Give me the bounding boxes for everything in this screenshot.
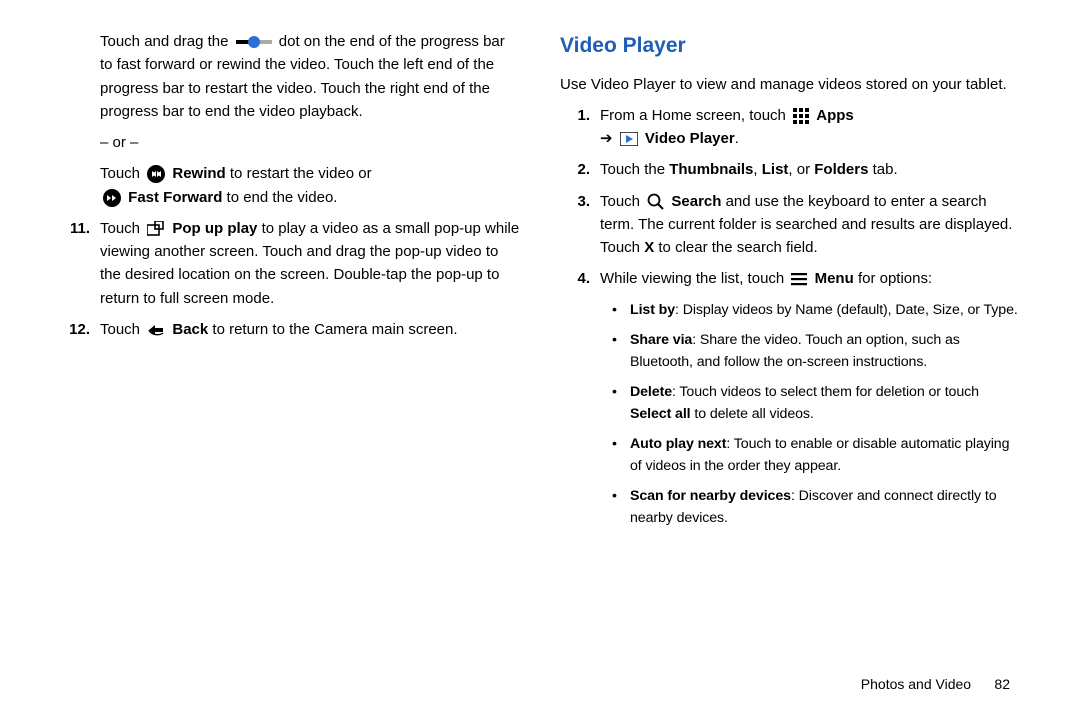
rewind-ff-paragraph: Touch Rewind to restart the video or Fas…: [60, 162, 520, 209]
text: tab.: [868, 161, 897, 178]
bullet-body: List by: Display videos by Name (default…: [630, 299, 1018, 321]
text: Touch: [100, 220, 144, 237]
footer-section: Photos and Video: [861, 676, 971, 692]
video-player-icon: [620, 132, 638, 146]
menu-icon: [791, 272, 807, 286]
step-12: 12. Touch Back to return to the Camera m…: [60, 318, 520, 341]
text: .: [735, 130, 739, 147]
text: Touch: [100, 321, 144, 338]
folders-bold: Folders: [814, 161, 868, 178]
popup-bold: Pop up play: [172, 220, 257, 237]
arrow: ➔: [600, 130, 613, 147]
bullet-autoplay: • Auto play next: Touch to enable or dis…: [560, 433, 1020, 477]
step-body: From a Home screen, touch Apps ➔ Video P…: [600, 104, 1020, 151]
autoplay-bold: Auto play next: [630, 436, 726, 452]
scan-bold: Scan for nearby devices: [630, 488, 791, 504]
step-1: 1. From a Home screen, touch Apps ➔ Vide…: [560, 104, 1020, 151]
bullet-body: Auto play next: Touch to enable or disab…: [630, 433, 1020, 477]
footer-page-number: 82: [994, 676, 1010, 692]
intro-paragraph: Use Video Player to view and manage vide…: [560, 73, 1020, 96]
step-number: 1.: [560, 104, 600, 151]
bullet-body: Delete: Touch videos to select them for …: [630, 381, 1020, 425]
back-bold: Back: [172, 321, 208, 338]
text: to restart the video or: [230, 165, 372, 182]
search-bold: Search: [671, 193, 721, 210]
text: to delete all videos.: [691, 406, 814, 422]
step-number: 12.: [60, 318, 100, 341]
step-body: Touch Pop up play to play a video as a s…: [100, 217, 520, 310]
text: to end the video.: [227, 189, 338, 206]
apps-icon: [793, 108, 809, 124]
or-separator: – or –: [60, 131, 520, 154]
bullet-scan: • Scan for nearby devices: Discover and …: [560, 485, 1020, 529]
bullet-listby: • List by: Display videos by Name (defau…: [560, 299, 1020, 321]
text: Touch the: [600, 161, 669, 178]
text: From a Home screen, touch: [600, 107, 790, 124]
listby-bold: List by: [630, 302, 675, 318]
step-number: 11.: [60, 217, 100, 310]
step-3: 3. Touch Search and use the keyboard to …: [560, 190, 1020, 260]
step-number: 4.: [560, 267, 600, 290]
bullet-sharevia: • Share via: Share the video. Touch an o…: [560, 329, 1020, 373]
step-body: Touch Back to return to the Camera main …: [100, 318, 520, 341]
section-title: Video Player: [560, 30, 1020, 63]
bullet-body: Share via: Share the video. Touch an opt…: [630, 329, 1020, 373]
list-bold: List: [762, 161, 789, 178]
popup-icon: [147, 221, 165, 237]
ff-bold: Fast Forward: [128, 189, 222, 206]
text: : Touch videos to select them for deleti…: [672, 384, 979, 400]
right-column: Video Player Use Video Player to view an…: [560, 30, 1020, 537]
search-icon: [647, 193, 664, 210]
step-body: While viewing the list, touch Menu for o…: [600, 267, 1020, 290]
step-body: Touch Search and use the keyboard to ent…: [600, 190, 1020, 260]
text: to clear the search field.: [658, 239, 817, 256]
text: , or: [788, 161, 814, 178]
page-footer: Photos and Video 82: [861, 674, 1010, 696]
step-4: 4. While viewing the list, touch Menu fo…: [560, 267, 1020, 290]
apps-bold: Apps: [816, 107, 854, 124]
progress-dot-icon: [236, 35, 272, 49]
left-column: Touch and drag the dot on the end of the…: [60, 30, 520, 537]
delete-bold: Delete: [630, 384, 672, 400]
bullet-delete: • Delete: Touch videos to select them fo…: [560, 381, 1020, 425]
thumbnails-bold: Thumbnails: [669, 161, 753, 178]
text: Touch: [100, 165, 144, 182]
step-11: 11. Touch Pop up play to play a video as…: [60, 217, 520, 310]
fast-forward-icon: [103, 189, 121, 207]
bullet-dot: •: [612, 329, 630, 373]
step-body: Touch the Thumbnails, List, or Folders t…: [600, 158, 1020, 181]
back-icon: [147, 322, 165, 338]
text: to return to the Camera main screen.: [212, 321, 457, 338]
videoplayer-bold: Video Player: [645, 130, 735, 147]
rewind-bold: Rewind: [172, 165, 225, 182]
selectall-bold: Select all: [630, 406, 691, 422]
x-bold: X: [644, 239, 654, 256]
sharevia-bold: Share via: [630, 332, 692, 348]
menu-bold: Menu: [815, 270, 854, 287]
text: Touch: [600, 193, 644, 210]
page-body: Touch and drag the dot on the end of the…: [0, 0, 1080, 537]
rewind-icon: [147, 165, 165, 183]
bullet-dot: •: [612, 433, 630, 477]
bullet-dot: •: [612, 381, 630, 425]
step-number: 2.: [560, 158, 600, 181]
step-number: 3.: [560, 190, 600, 260]
progress-bar-paragraph: Touch and drag the dot on the end of the…: [60, 30, 520, 123]
bullet-body: Scan for nearby devices: Discover and co…: [630, 485, 1020, 529]
text: ,: [753, 161, 761, 178]
text: Touch and drag the: [100, 33, 233, 50]
bullet-dot: •: [612, 485, 630, 529]
text: : Display videos by Name (default), Date…: [675, 302, 1018, 318]
text: for options:: [858, 270, 932, 287]
step-2: 2. Touch the Thumbnails, List, or Folder…: [560, 158, 1020, 181]
bullet-dot: •: [612, 299, 630, 321]
text: While viewing the list, touch: [600, 270, 788, 287]
